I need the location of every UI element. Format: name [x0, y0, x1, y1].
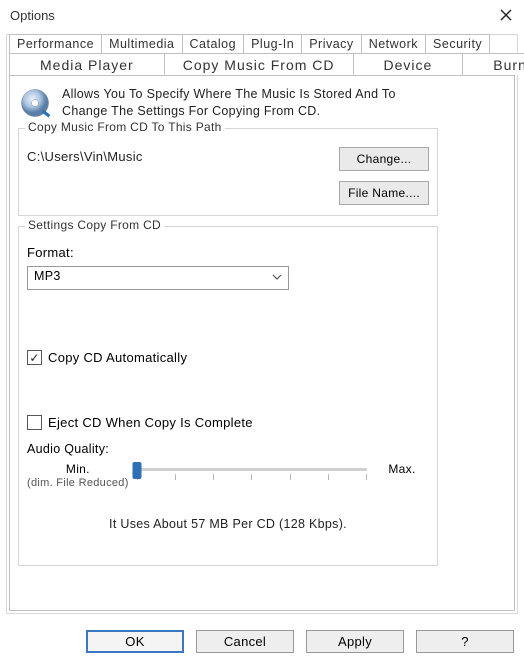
header-line2: Change The Settings For Copying From CD.	[62, 103, 396, 120]
file-name-button[interactable]: File Name....	[339, 181, 429, 205]
tab-catalog[interactable]: Catalog	[182, 34, 245, 54]
ok-button[interactable]: OK	[86, 630, 184, 653]
tab-network[interactable]: Network	[361, 34, 426, 54]
copy-path-group: Copy Music From CD To This Path C:\Users…	[18, 128, 438, 216]
quality-slider[interactable]	[137, 462, 367, 488]
tabs-row-2: Media Player Copy Music From CD Device B…	[9, 53, 515, 75]
audio-quality-label: Audio Quality:	[27, 442, 429, 456]
close-button[interactable]	[496, 5, 516, 25]
close-icon	[500, 9, 512, 21]
change-path-button[interactable]: Change...	[339, 147, 429, 171]
format-label: Format:	[27, 245, 429, 260]
tab-plugin[interactable]: Plug-In	[243, 34, 302, 54]
slider-min-label: Min. (dim. File Reduced)	[27, 462, 129, 491]
slider-max-label: Max.	[375, 462, 429, 477]
tab-burn[interactable]: Burn	[462, 53, 524, 75]
window-title: Options	[10, 8, 55, 23]
eject-row: Eject CD When Copy Is Complete	[27, 415, 429, 430]
copy-path-value: C:\Users\Vin\Music	[27, 147, 143, 164]
usage-text: It Uses About 57 MB Per CD (128 Kbps).	[27, 517, 429, 531]
tab-privacy[interactable]: Privacy	[301, 34, 361, 54]
tab-multimedia[interactable]: Multimedia	[101, 34, 182, 54]
header-description: Allows You To Specify Where The Music Is…	[62, 86, 396, 120]
tab-content: Allows You To Specify Where The Music Is…	[9, 75, 515, 611]
eject-checkbox[interactable]	[27, 415, 42, 430]
tab-security[interactable]: Security	[425, 34, 490, 54]
help-button[interactable]: ?	[416, 630, 514, 653]
format-select[interactable]: MP3	[27, 266, 289, 290]
max-text: Max.	[375, 462, 429, 477]
min-text: Min.	[27, 462, 129, 477]
format-value: MP3	[34, 269, 61, 283]
min-sub: (dim. File Reduced)	[27, 477, 129, 491]
tab-copy-music[interactable]: Copy Music From CD	[164, 53, 354, 75]
cancel-button[interactable]: Cancel	[196, 630, 294, 653]
header-line1: Allows You To Specify Where The Music Is…	[62, 86, 396, 103]
copy-auto-checkbox[interactable]	[27, 350, 42, 365]
copy-auto-label: Copy CD Automatically	[48, 350, 187, 365]
dialog-button-bar: OK Cancel Apply ?	[86, 630, 514, 653]
settings-legend: Settings Copy From CD	[25, 218, 164, 232]
tab-media-player[interactable]: Media Player	[9, 53, 165, 75]
copy-auto-row: Copy CD Automatically	[27, 350, 429, 365]
apply-button[interactable]: Apply	[306, 630, 404, 653]
options-panel: Performance Multimedia Catalog Plug-In P…	[6, 34, 518, 614]
eject-label: Eject CD When Copy Is Complete	[48, 415, 253, 430]
tab-device[interactable]: Device	[353, 53, 464, 75]
settings-group: Settings Copy From CD Format: MP3 Copy C…	[18, 226, 438, 566]
titlebar: Options	[0, 0, 524, 30]
tabs-row-1: Performance Multimedia Catalog Plug-In P…	[9, 34, 515, 54]
copy-path-legend: Copy Music From CD To This Path	[25, 120, 225, 134]
slider-thumb[interactable]	[132, 462, 141, 479]
slider-track-line	[137, 468, 367, 471]
tab-performance[interactable]: Performance	[9, 34, 102, 54]
cd-icon	[18, 86, 52, 120]
slider-ticks	[137, 474, 367, 482]
